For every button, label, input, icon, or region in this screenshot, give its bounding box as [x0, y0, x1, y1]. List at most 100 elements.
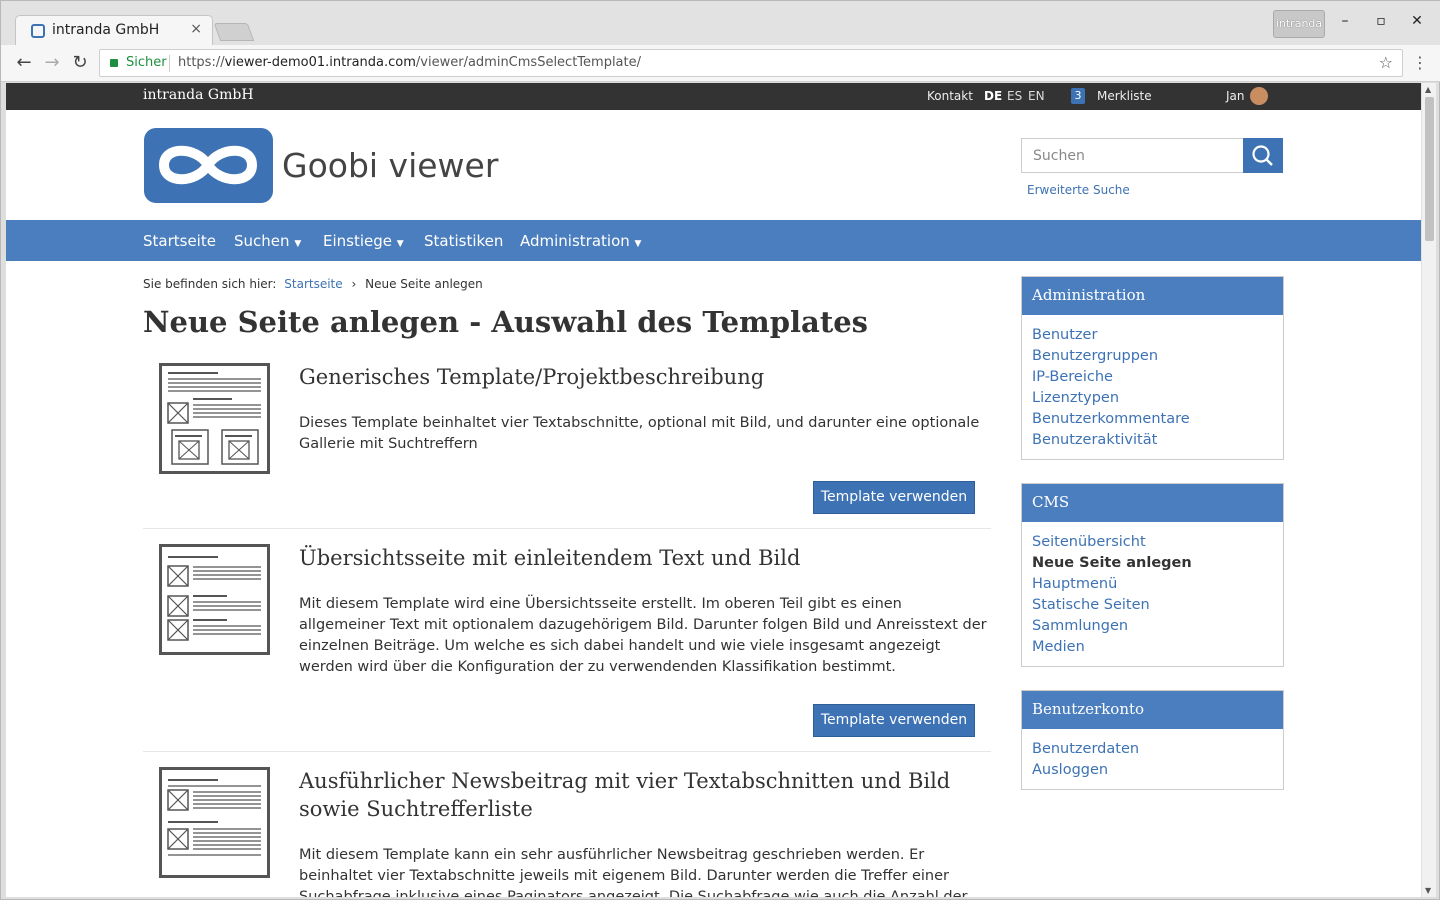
- sidebar-item-ip-bereiche[interactable]: IP-Bereiche: [1032, 367, 1273, 388]
- sidebar-item-benutzergruppen[interactable]: Benutzergruppen: [1032, 346, 1273, 367]
- nav-einstiege[interactable]: Einstiege ▼: [323, 232, 404, 250]
- template-preview-icon[interactable]: [159, 767, 270, 878]
- page-viewport: intranda GmbH Kontakt DE ES EN 3 Merklis…: [6, 83, 1421, 897]
- nav-statistiken[interactable]: Statistiken: [424, 232, 503, 250]
- sidebar-admin-title: Administration: [1022, 277, 1283, 315]
- tab-title: intranda GmbH: [52, 22, 160, 38]
- top-brand[interactable]: intranda GmbH: [143, 87, 254, 103]
- template-card: Ausführlicher Newsbeitrag mit vier Texta…: [143, 767, 991, 897]
- url-scheme: https://: [178, 55, 225, 70]
- main-navigation: Startseite Suchen ▼ Einstiege ▼ Statisti…: [6, 220, 1421, 261]
- reload-icon[interactable]: ↻: [69, 52, 91, 73]
- template-divider: [143, 528, 991, 529]
- sidebar-item-benutzerkommentare[interactable]: Benutzerkommentare: [1032, 409, 1273, 430]
- template-description: Dieses Template beinhaltet vier Textabsc…: [299, 415, 980, 452]
- sidebar-item-statische-seiten[interactable]: Statische Seiten: [1032, 595, 1273, 616]
- browser-window: intranda GmbH × intranda – ▫ ✕ ← → ↻ Sic…: [0, 0, 1440, 900]
- use-template-button[interactable]: Template verwenden: [813, 481, 975, 514]
- template-card: Übersichtsseite mit einleitendem Text un…: [143, 544, 991, 752]
- caret-down-icon: ▼: [634, 239, 642, 249]
- nav-suchen[interactable]: Suchen ▼: [234, 232, 301, 250]
- nav-administration[interactable]: Administration ▼: [520, 232, 641, 250]
- nav-einstiege-label: Einstiege: [323, 232, 392, 250]
- sidebar-item-ausloggen[interactable]: Ausloggen: [1032, 760, 1273, 781]
- maximize-icon[interactable]: ▫: [1371, 13, 1391, 29]
- user-avatar[interactable]: [1250, 87, 1268, 105]
- template-title: Übersichtsseite mit einleitendem Text un…: [299, 546, 801, 570]
- nav-administration-label: Administration: [520, 232, 630, 250]
- site-title[interactable]: Goobi viewer: [282, 146, 498, 185]
- search-input[interactable]: Suchen: [1021, 138, 1244, 173]
- caret-down-icon: ▼: [294, 239, 302, 249]
- address-separator: [169, 55, 170, 72]
- lang-es[interactable]: ES: [1007, 89, 1022, 103]
- sidebar-item-sammlungen[interactable]: Sammlungen: [1032, 616, 1273, 637]
- browser-tab[interactable]: intranda GmbH ×: [15, 15, 213, 46]
- sidebar-cms-panel: CMS Seitenübersicht Neue Seite anlegen H…: [1021, 483, 1284, 667]
- sidebar-account-title: Benutzerkonto: [1022, 691, 1283, 729]
- breadcrumb: Sie befinden sich hier: Startseite › Neu…: [143, 277, 483, 291]
- forward-arrow-icon[interactable]: →: [41, 52, 63, 73]
- user-menu[interactable]: Jan: [1226, 89, 1245, 103]
- nav-suchen-label: Suchen: [234, 232, 290, 250]
- sidebar-cms-title: CMS: [1022, 484, 1283, 522]
- tab-close-icon[interactable]: ×: [190, 21, 202, 37]
- scroll-down-icon[interactable]: ▼: [1425, 886, 1431, 895]
- template-preview-icon[interactable]: [159, 363, 270, 474]
- template-preview-icon[interactable]: [159, 544, 270, 655]
- sidebar-item-benutzerdaten[interactable]: Benutzerdaten: [1032, 739, 1273, 760]
- new-tab-button[interactable]: [213, 23, 255, 41]
- page-title: Neue Seite anlegen - Auswahl des Templat…: [143, 305, 868, 339]
- secure-label: Sicher: [126, 55, 167, 70]
- sidebar-item-benutzer[interactable]: Benutzer: [1032, 325, 1273, 346]
- template-description: Mit diesem Template wird eine Übersichts…: [299, 596, 987, 675]
- page-scrollbar[interactable]: ▲ ▼: [1421, 83, 1436, 897]
- sidebar-account-panel: Benutzerkonto Benutzerdaten Ausloggen: [1021, 690, 1284, 790]
- lang-de[interactable]: DE: [984, 89, 1002, 103]
- advanced-search-link[interactable]: Erweiterte Suche: [1027, 183, 1130, 197]
- url-text[interactable]: https://viewer-demo01.intranda.com/viewe…: [178, 55, 641, 70]
- bookmark-star-icon[interactable]: ☆: [1379, 53, 1393, 72]
- browser-menu-icon[interactable]: ⋮: [1412, 53, 1428, 72]
- profile-button[interactable]: intranda: [1273, 10, 1325, 38]
- contact-link[interactable]: Kontakt: [927, 89, 973, 103]
- sidebar-item-lizenztypen[interactable]: Lizenztypen: [1032, 388, 1273, 409]
- url-domain: viewer-demo01.intranda.com: [224, 55, 416, 70]
- scrollbar-thumb[interactable]: [1425, 97, 1434, 241]
- browser-toolbar: ← → ↻ Sicher https://viewer-demo01.intra…: [1, 45, 1440, 82]
- caret-down-icon: ▼: [396, 239, 404, 249]
- window-close-icon[interactable]: ✕: [1407, 13, 1427, 29]
- search-placeholder: Suchen: [1033, 148, 1085, 164]
- sidebar-item-seitenuebersicht[interactable]: Seitenübersicht: [1032, 532, 1273, 553]
- use-template-button[interactable]: Template verwenden: [813, 704, 975, 737]
- sidebar-item-neue-seite[interactable]: Neue Seite anlegen: [1032, 553, 1273, 574]
- tab-bar: intranda GmbH × intranda – ▫ ✕: [1, 1, 1440, 46]
- lang-en[interactable]: EN: [1028, 89, 1045, 103]
- sidebar-item-benutzeraktivitaet[interactable]: Benutzeraktivität: [1032, 430, 1273, 451]
- search-button[interactable]: [1243, 138, 1283, 173]
- template-title: Generisches Template/Projektbeschreibung: [299, 365, 765, 389]
- template-description: Mit diesem Template kann ein sehr ausfüh…: [299, 847, 968, 897]
- top-bar: intranda GmbH Kontakt DE ES EN 3 Merklis…: [6, 83, 1421, 110]
- minimize-icon[interactable]: –: [1335, 13, 1355, 29]
- watchlist-count-badge[interactable]: 3: [1071, 88, 1085, 104]
- sidebar-item-hauptmenue[interactable]: Hauptmenü: [1032, 574, 1273, 595]
- site-header: Goobi viewer Suchen Erweiterte Suche: [6, 110, 1421, 219]
- search-icon: [1252, 145, 1273, 166]
- address-bar[interactable]: Sicher https://viewer-demo01.intranda.co…: [99, 49, 1403, 77]
- back-arrow-icon[interactable]: ←: [13, 52, 35, 73]
- sidebar-item-medien[interactable]: Medien: [1032, 637, 1273, 658]
- template-title: Ausführlicher Newsbeitrag mit vier Texta…: [299, 769, 951, 821]
- url-path: /viewer/adminCmsSelectTemplate/: [415, 55, 641, 70]
- lock-icon: [110, 59, 118, 67]
- breadcrumb-current: Neue Seite anlegen: [365, 277, 483, 291]
- favicon-icon: [31, 24, 45, 38]
- infinity-icon: [158, 145, 258, 185]
- goobi-logo[interactable]: [144, 128, 273, 203]
- template-divider: [143, 751, 991, 752]
- scroll-up-icon[interactable]: ▲: [1425, 85, 1431, 94]
- sidebar-admin-panel: Administration Benutzer Benutzergruppen …: [1021, 276, 1284, 460]
- nav-startseite[interactable]: Startseite: [143, 232, 216, 250]
- watchlist-link[interactable]: Merkliste: [1097, 89, 1152, 103]
- breadcrumb-home[interactable]: Startseite: [284, 277, 342, 291]
